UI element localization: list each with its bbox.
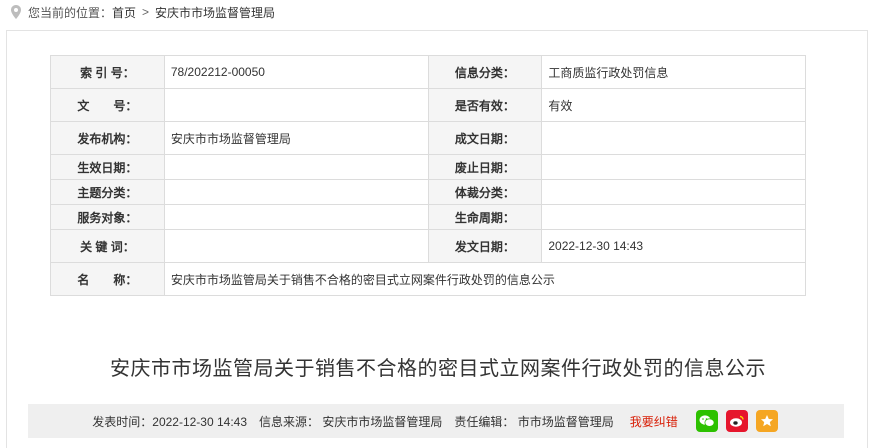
issuer-value: 安庆市市场监督管理局 bbox=[163, 121, 429, 155]
article-info-bar: 发表时间：2022-12-30 14:43 信息来源： 安庆市市场监督管理局 责… bbox=[28, 404, 844, 438]
topic-label: 主题分类： bbox=[50, 179, 165, 205]
wechat-icon[interactable] bbox=[695, 410, 718, 432]
publish-date-value: 2022-12-30 14:43 bbox=[541, 229, 806, 263]
metadata-table: 索 引 号： 78/202212-00050 信息分类： 工商质监行政处罚信息 … bbox=[50, 55, 807, 296]
table-row: 名 称： 安庆市市场监管局关于销售不合格的密目式立网案件行政处罚的信息公示 bbox=[50, 262, 807, 296]
table-row: 生效日期： 废止日期： bbox=[50, 154, 806, 180]
favorite-star-icon[interactable] bbox=[755, 410, 778, 432]
index-number-label: 索 引 号： bbox=[50, 55, 165, 89]
lifecycle-label: 生命周期： bbox=[427, 204, 543, 230]
document-number-label: 文 号： bbox=[50, 88, 165, 122]
category-label: 信息分类： bbox=[427, 55, 543, 89]
name-label: 名 称： bbox=[50, 262, 165, 296]
keywords-value bbox=[163, 229, 429, 263]
weibo-icon[interactable] bbox=[725, 410, 748, 432]
document-number-value bbox=[163, 88, 429, 122]
audience-label: 服务对象： bbox=[50, 204, 165, 230]
publish-date-label: 发文日期： bbox=[427, 229, 543, 263]
written-date-label: 成文日期： bbox=[427, 121, 543, 155]
repeal-date-label: 废止日期： bbox=[427, 154, 543, 180]
genre-label: 体裁分类： bbox=[427, 179, 543, 205]
topic-value bbox=[163, 179, 429, 205]
breadcrumb-separator: > bbox=[142, 5, 150, 19]
validity-label: 是否有效： bbox=[427, 88, 543, 122]
breadcrumb-home-link[interactable]: 首页 bbox=[112, 4, 136, 21]
effective-date-label: 生效日期： bbox=[50, 154, 165, 180]
table-row: 文 号： 是否有效： 有效 bbox=[50, 88, 806, 122]
info-source: 信息来源： 安庆市市场监督管理局 bbox=[259, 414, 443, 429]
written-date-value bbox=[541, 121, 806, 155]
report-error-link[interactable]: 我要纠错 bbox=[630, 413, 678, 430]
genre-value bbox=[541, 179, 806, 205]
index-number-value: 78/202212-00050 bbox=[163, 55, 429, 89]
table-row: 主题分类： 体裁分类： bbox=[50, 179, 806, 205]
validity-value: 有效 bbox=[541, 88, 806, 122]
name-value: 安庆市市场监管局关于销售不合格的密目式立网案件行政处罚的信息公示 bbox=[163, 262, 807, 296]
lifecycle-value bbox=[541, 204, 806, 230]
table-row: 服务对象： 生命周期： bbox=[50, 204, 806, 230]
repeal-date-value bbox=[541, 154, 806, 180]
table-row: 发布机构： 安庆市市场监督管理局 成文日期： bbox=[50, 121, 806, 155]
issuer-label: 发布机构： bbox=[50, 121, 165, 155]
publish-time: 发表时间：2022-12-30 14:43 bbox=[92, 414, 248, 429]
keywords-label: 关 键 词： bbox=[50, 229, 165, 263]
breadcrumb-current-link[interactable]: 安庆市市场监督管理局 bbox=[155, 4, 275, 21]
location-pin-icon bbox=[10, 5, 22, 19]
breadcrumb: 您当前的位置： 首页 > 安庆市市场监督管理局 bbox=[10, 4, 275, 20]
audience-value bbox=[163, 204, 429, 230]
effective-date-value bbox=[163, 154, 429, 180]
table-row: 关 键 词： 发文日期： 2022-12-30 14:43 bbox=[50, 229, 806, 263]
table-row: 索 引 号： 78/202212-00050 信息分类： 工商质监行政处罚信息 bbox=[50, 55, 806, 89]
breadcrumb-prefix: 您当前的位置： bbox=[28, 5, 113, 20]
responsible-editor: 责任编辑： 市市场监督管理局 bbox=[454, 414, 614, 429]
category-value: 工商质监行政处罚信息 bbox=[541, 55, 806, 89]
share-buttons bbox=[695, 410, 786, 432]
article-title: 安庆市市场监管局关于销售不合格的密目式立网案件行政处罚的信息公示 bbox=[110, 358, 766, 380]
